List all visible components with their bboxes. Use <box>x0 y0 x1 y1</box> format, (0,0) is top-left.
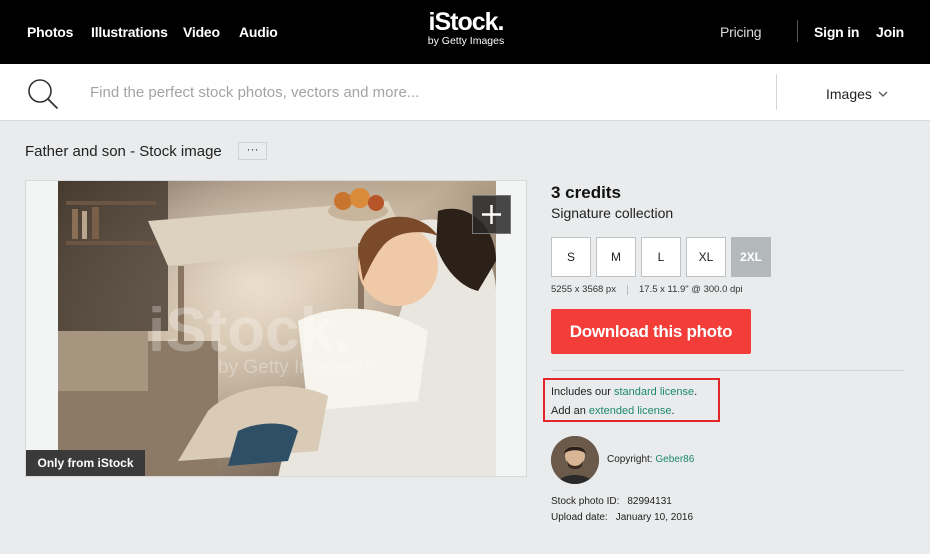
logo-brand: iStock. <box>428 8 505 36</box>
nav-audio-link[interactable]: Audio <box>239 24 278 40</box>
size-xl-button[interactable]: XL <box>686 237 726 277</box>
sign-in-link[interactable]: Sign in <box>814 24 859 40</box>
price-credits: 3 credits <box>551 183 621 202</box>
stock-id-line: Stock photo ID: 82994131 <box>551 496 672 507</box>
license-line1-suffix: . <box>694 386 698 398</box>
size-m-button[interactable]: M <box>596 237 636 277</box>
collection-name: Signature collection <box>551 205 674 221</box>
stock-photo[interactable]: iStock. by Getty Images™ <box>58 181 496 476</box>
nav-divider <box>797 20 798 42</box>
watermark-brand: iStock. <box>148 296 351 365</box>
print-dimensions: 17.5 x 11.9" @ 300.0 dpi <box>638 284 743 295</box>
extended-license-line: Add an extended license. <box>551 405 675 417</box>
copyright-label: Copyright: <box>607 454 656 465</box>
upload-date-label: Upload date: <box>551 512 608 523</box>
image-preview-panel: iStock. by Getty Images™ <box>25 180 527 477</box>
plus-icon <box>482 205 501 224</box>
media-type-dropdown[interactable]: Images <box>826 86 888 102</box>
contributor-link[interactable]: Geber86 <box>655 454 694 465</box>
size-selector: S M L XL 2XL <box>551 237 776 277</box>
istock-logo[interactable]: iStock. by Getty Images <box>420 9 512 47</box>
size-s-button[interactable]: S <box>551 237 591 277</box>
search-input[interactable] <box>90 76 760 108</box>
copyright-line: Copyright: Geber86 <box>607 454 694 465</box>
license-line2-prefix: Add an <box>551 405 589 417</box>
watermark-sub: by Getty Images™ <box>218 357 375 378</box>
section-divider <box>551 370 904 371</box>
exclusive-badge: Only from iStock <box>26 450 145 476</box>
upload-date-line: Upload date: January 10, 2016 <box>551 512 693 523</box>
search-bar: Images <box>0 64 930 121</box>
download-button[interactable]: Download this photo <box>551 309 751 354</box>
standard-license-line: Includes our standard license. <box>551 386 697 398</box>
stock-id-value: 82994131 <box>627 496 672 507</box>
nav-photos-link[interactable]: Photos <box>27 24 73 40</box>
chevron-down-icon <box>878 91 888 97</box>
nav-illustrations-link[interactable]: Illustrations <box>91 24 168 40</box>
join-link[interactable]: Join <box>876 24 904 40</box>
size-2xl-button[interactable]: 2XL <box>731 237 771 277</box>
pixel-dimensions: 5255 x 3568 px <box>551 284 616 295</box>
search-icon[interactable] <box>27 78 59 110</box>
image-dimensions: 5255 x 3568 px 17.5 x 11.9" @ 300.0 dpi <box>551 284 743 295</box>
license-line2-suffix: . <box>671 405 675 417</box>
license-line1-prefix: Includes our <box>551 386 614 398</box>
asset-title: Father and son - Stock image <box>25 143 222 160</box>
nav-video-link[interactable]: Video <box>183 24 220 40</box>
extended-license-link[interactable]: extended license <box>589 405 672 417</box>
media-type-label: Images <box>826 86 872 102</box>
nav-pricing-link[interactable]: Pricing <box>720 24 762 40</box>
contributor-avatar[interactable] <box>551 436 599 484</box>
stock-id-label: Stock photo ID: <box>551 496 620 507</box>
upload-date-value: January 10, 2016 <box>615 512 693 523</box>
more-options-button[interactable]: ··· <box>238 142 267 160</box>
standard-license-link[interactable]: standard license <box>614 386 694 398</box>
logo-sub: by Getty Images <box>427 35 505 47</box>
add-to-board-button[interactable] <box>472 195 511 234</box>
top-nav: Photos Illustrations Video Audio iStock.… <box>0 0 930 64</box>
size-l-button[interactable]: L <box>641 237 681 277</box>
search-separator <box>776 74 777 110</box>
dims-divider <box>626 284 628 295</box>
